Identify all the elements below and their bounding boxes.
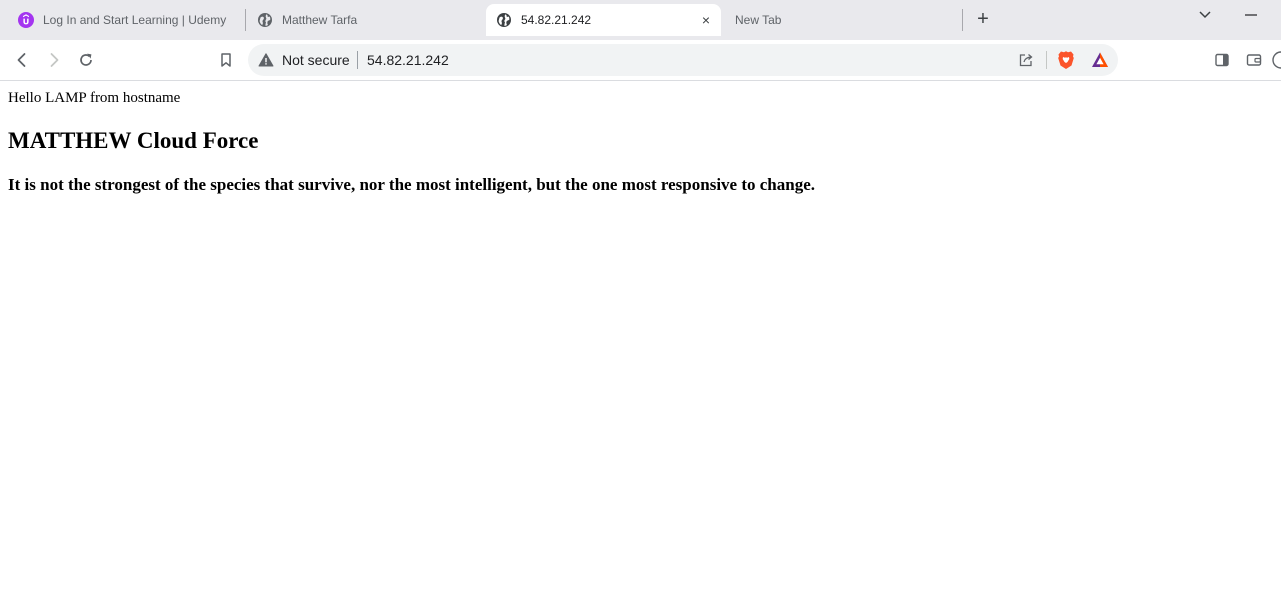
brave-shields-icon[interactable] [1057,50,1075,70]
reload-icon[interactable] [77,51,95,69]
url-text[interactable]: 54.82.21.242 [367,52,449,68]
address-bar[interactable]: Not secure 54.82.21.242 [248,44,1118,76]
tab-separator [245,9,246,31]
omnibox-divider [357,51,358,69]
wallet-icon[interactable] [1245,51,1263,69]
tab-new-tab[interactable]: New Tab [725,4,957,36]
tab-title: Matthew Tarfa [282,13,358,27]
back-icon[interactable] [13,51,31,69]
new-tab-button[interactable]: + [973,9,993,29]
sidebar-icon[interactable] [1213,51,1231,69]
tab-active-54-82-21-242[interactable]: 54.82.21.242 × [486,4,721,36]
tab-search-chevron-down-icon[interactable] [1195,6,1215,24]
tab-title: New Tab [735,13,782,27]
profile-avatar-icon[interactable] [1270,51,1281,69]
tab-title: Log In and Start Learning | Udemy [43,13,227,27]
close-tab-icon[interactable]: × [699,13,713,27]
forward-icon[interactable] [45,51,63,69]
quote-text: It is not the strongest of the species t… [8,175,815,194]
brave-rewards-icon[interactable] [1091,51,1109,69]
page-heading: MATTHEW Cloud Force [8,128,259,153]
not-secure-warning-icon[interactable] [258,52,274,68]
globe-icon [497,13,511,27]
browser-toolbar: Not secure 54.82.21.242 [0,40,1281,81]
minimize-window-icon[interactable] [1241,6,1261,24]
omnibox-divider [1046,51,1047,69]
globe-icon [258,13,272,27]
tab-separator [962,9,963,31]
hello-text: Hello LAMP from hostname [8,90,181,106]
security-status-label[interactable]: Not secure [282,52,350,68]
tab-matthew-tarfa[interactable]: Matthew Tarfa [247,4,483,36]
bookmark-icon[interactable] [217,51,235,69]
share-icon[interactable] [1018,52,1034,68]
tab-title: 54.82.21.242 [521,13,592,27]
tab-strip: Log In and Start Learning | Udemy Matthe… [0,0,1281,40]
tab-udemy[interactable]: Log In and Start Learning | Udemy [8,4,240,36]
udemy-icon [18,12,34,28]
